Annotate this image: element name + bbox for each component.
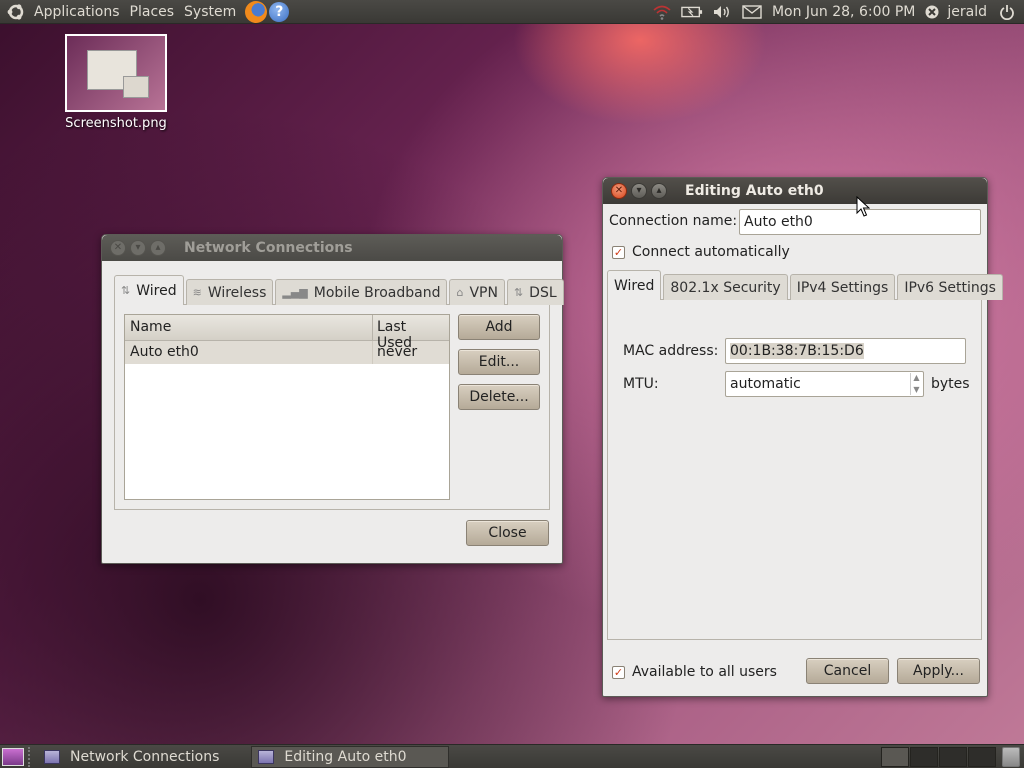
close-window-icon[interactable]: ✕ <box>611 183 627 199</box>
clock[interactable]: Mon Jun 28, 6:00 PM <box>767 4 920 20</box>
row-name: Auto eth0 <box>125 341 373 364</box>
mac-address-label: MAC address: <box>623 343 719 359</box>
menu-applications[interactable]: Applications <box>29 4 125 20</box>
workspace-4[interactable] <box>968 746 996 767</box>
battery-icon[interactable] <box>681 2 703 22</box>
tab-wired[interactable]: Wired <box>607 270 662 300</box>
wired-icon: ⇅ <box>121 284 131 297</box>
available-to-all-users-checkbox[interactable]: ✓ <box>612 665 625 679</box>
mtu-label: MTU: <box>623 376 659 392</box>
menu-system[interactable]: System <box>179 4 241 20</box>
firefox-icon[interactable] <box>245 0 268 23</box>
wired-settings-page: MAC address: 00:1B:38:7B:15:D6 MTU: auto… <box>607 299 982 640</box>
mouse-pointer-icon <box>856 196 870 217</box>
wired-tab-page: Name Last Used Auto eth0 never Add Edit.… <box>114 304 550 510</box>
network-connections-app-icon <box>258 749 275 764</box>
task-network-connections[interactable]: Network Connections <box>38 746 225 768</box>
user-status-icon[interactable] <box>924 2 940 22</box>
mtu-spinbox[interactable]: automatic ▲ ▼ <box>725 371 924 397</box>
close-button[interactable]: Close <box>466 520 549 546</box>
power-icon[interactable] <box>996 2 1018 22</box>
bottom-panel: Network Connections Editing Auto eth0 <box>0 744 1024 768</box>
titlebar[interactable]: ✕ ▾ ▴ Network Connections <box>102 235 562 261</box>
tab-wireless[interactable]: ≋ Wireless <box>185 279 274 305</box>
spin-arrows-icon[interactable]: ▲ ▼ <box>910 373 922 395</box>
available-to-all-users-label: Available to all users <box>632 664 777 680</box>
available-to-all-users-option[interactable]: ✓ Available to all users <box>612 664 777 680</box>
workspace-2[interactable] <box>910 746 938 767</box>
settings-tabs: Wired 802.1x Security IPv4 Settings IPv6… <box>607 270 1003 300</box>
tab-label: VPN <box>469 284 498 301</box>
delete-button[interactable]: Delete... <box>458 384 540 410</box>
window-title: Network Connections <box>184 240 353 256</box>
mobile-broadband-icon: ▂▄▆ <box>282 286 308 299</box>
maximize-window-icon[interactable]: ▴ <box>150 240 166 256</box>
task-label: Editing Auto eth0 <box>284 748 407 765</box>
tab-8021x-security[interactable]: 802.1x Security <box>663 274 788 300</box>
desktop-icon-label: Screenshot.png <box>65 116 167 131</box>
tab-label: Wireless <box>207 284 267 301</box>
apply-button[interactable]: Apply... <box>897 658 980 684</box>
connections-table[interactable]: Name Last Used Auto eth0 never <box>124 314 450 500</box>
column-header-last-used[interactable]: Last Used <box>373 315 449 351</box>
mtu-unit-label: bytes <box>931 376 970 392</box>
row-last-used: never <box>377 344 418 360</box>
tab-ipv4-settings[interactable]: IPv4 Settings <box>789 274 896 300</box>
connection-type-tabs: ⇅ Wired ≋ Wireless ▂▄▆ Mobile Broadband … <box>114 275 564 305</box>
table-header: Name Last Used <box>125 315 449 351</box>
connect-automatically-label: Connect automatically <box>632 244 790 260</box>
tab-vpn[interactable]: ⌂ VPN <box>449 279 505 305</box>
tab-label: Wired <box>136 282 177 299</box>
table-row[interactable]: Auto eth0 never <box>125 341 449 364</box>
workspace-switcher[interactable] <box>880 746 996 767</box>
vpn-lock-icon: ⌂ <box>456 286 464 299</box>
dsl-icon: ⇅ <box>513 286 524 299</box>
mac-address-field[interactable]: 00:1B:38:7B:15:D6 <box>725 338 966 364</box>
cancel-button[interactable]: Cancel <box>806 658 889 684</box>
desktop-icon-screenshot[interactable]: Screenshot.png <box>58 34 174 131</box>
user-name[interactable]: jerald <box>942 4 992 20</box>
maximize-window-icon[interactable]: ▴ <box>651 183 667 199</box>
tab-label: DSL <box>529 284 557 301</box>
titlebar[interactable]: ✕ ▾ ▴ Editing Auto eth0 <box>603 178 987 204</box>
edit-button[interactable]: Edit... <box>458 349 540 375</box>
task-editing-auto-eth0[interactable]: Editing Auto eth0 <box>251 745 450 768</box>
menu-places[interactable]: Places <box>125 4 180 20</box>
tab-dsl[interactable]: ⇅ DSL <box>506 279 564 305</box>
close-window-icon[interactable]: ✕ <box>110 240 126 256</box>
minimize-window-icon[interactable]: ▾ <box>631 183 647 199</box>
top-panel: Applications Places System ? Mon Jun 28,… <box>0 0 1024 24</box>
mail-icon[interactable] <box>741 2 763 22</box>
add-button[interactable]: Add <box>458 314 540 340</box>
mtu-value: automatic <box>730 376 801 392</box>
connect-automatically-checkbox[interactable]: ✓ <box>612 245 625 259</box>
trash-icon[interactable] <box>1002 746 1020 767</box>
tab-ipv6-settings[interactable]: IPv6 Settings <box>897 274 1003 300</box>
column-header-name[interactable]: Name <box>125 315 373 340</box>
help-icon[interactable]: ? <box>269 1 290 22</box>
tab-mobile-broadband[interactable]: ▂▄▆ Mobile Broadband <box>275 279 448 305</box>
minimize-window-icon[interactable]: ▾ <box>130 240 146 256</box>
window-title: Editing Auto eth0 <box>685 183 824 199</box>
tab-label: Mobile Broadband <box>313 284 441 301</box>
network-connections-app-icon <box>44 749 60 764</box>
tab-wired[interactable]: ⇅ Wired <box>114 275 184 305</box>
wireless-icon: ≋ <box>192 286 202 299</box>
image-thumbnail-icon <box>65 34 167 112</box>
mac-address-value: 00:1B:38:7B:15:D6 <box>730 343 864 359</box>
workspace-3[interactable] <box>939 746 967 767</box>
volume-icon[interactable] <box>711 2 733 22</box>
connect-automatically-option[interactable]: ✓ Connect automatically <box>612 244 790 260</box>
connection-name-label: Connection name: <box>609 213 738 229</box>
ubuntu-logo-icon[interactable] <box>6 2 26 22</box>
workspace-1[interactable] <box>881 746 909 767</box>
wireless-signal-icon[interactable] <box>651 2 673 22</box>
network-connections-window: ✕ ▾ ▴ Network Connections ⇅ Wired ≋ Wire… <box>101 234 564 564</box>
show-desktop-icon[interactable] <box>2 747 24 766</box>
task-label: Network Connections <box>70 748 220 765</box>
editing-connection-window: ✕ ▾ ▴ Editing Auto eth0 Connection name:… <box>602 177 1003 697</box>
